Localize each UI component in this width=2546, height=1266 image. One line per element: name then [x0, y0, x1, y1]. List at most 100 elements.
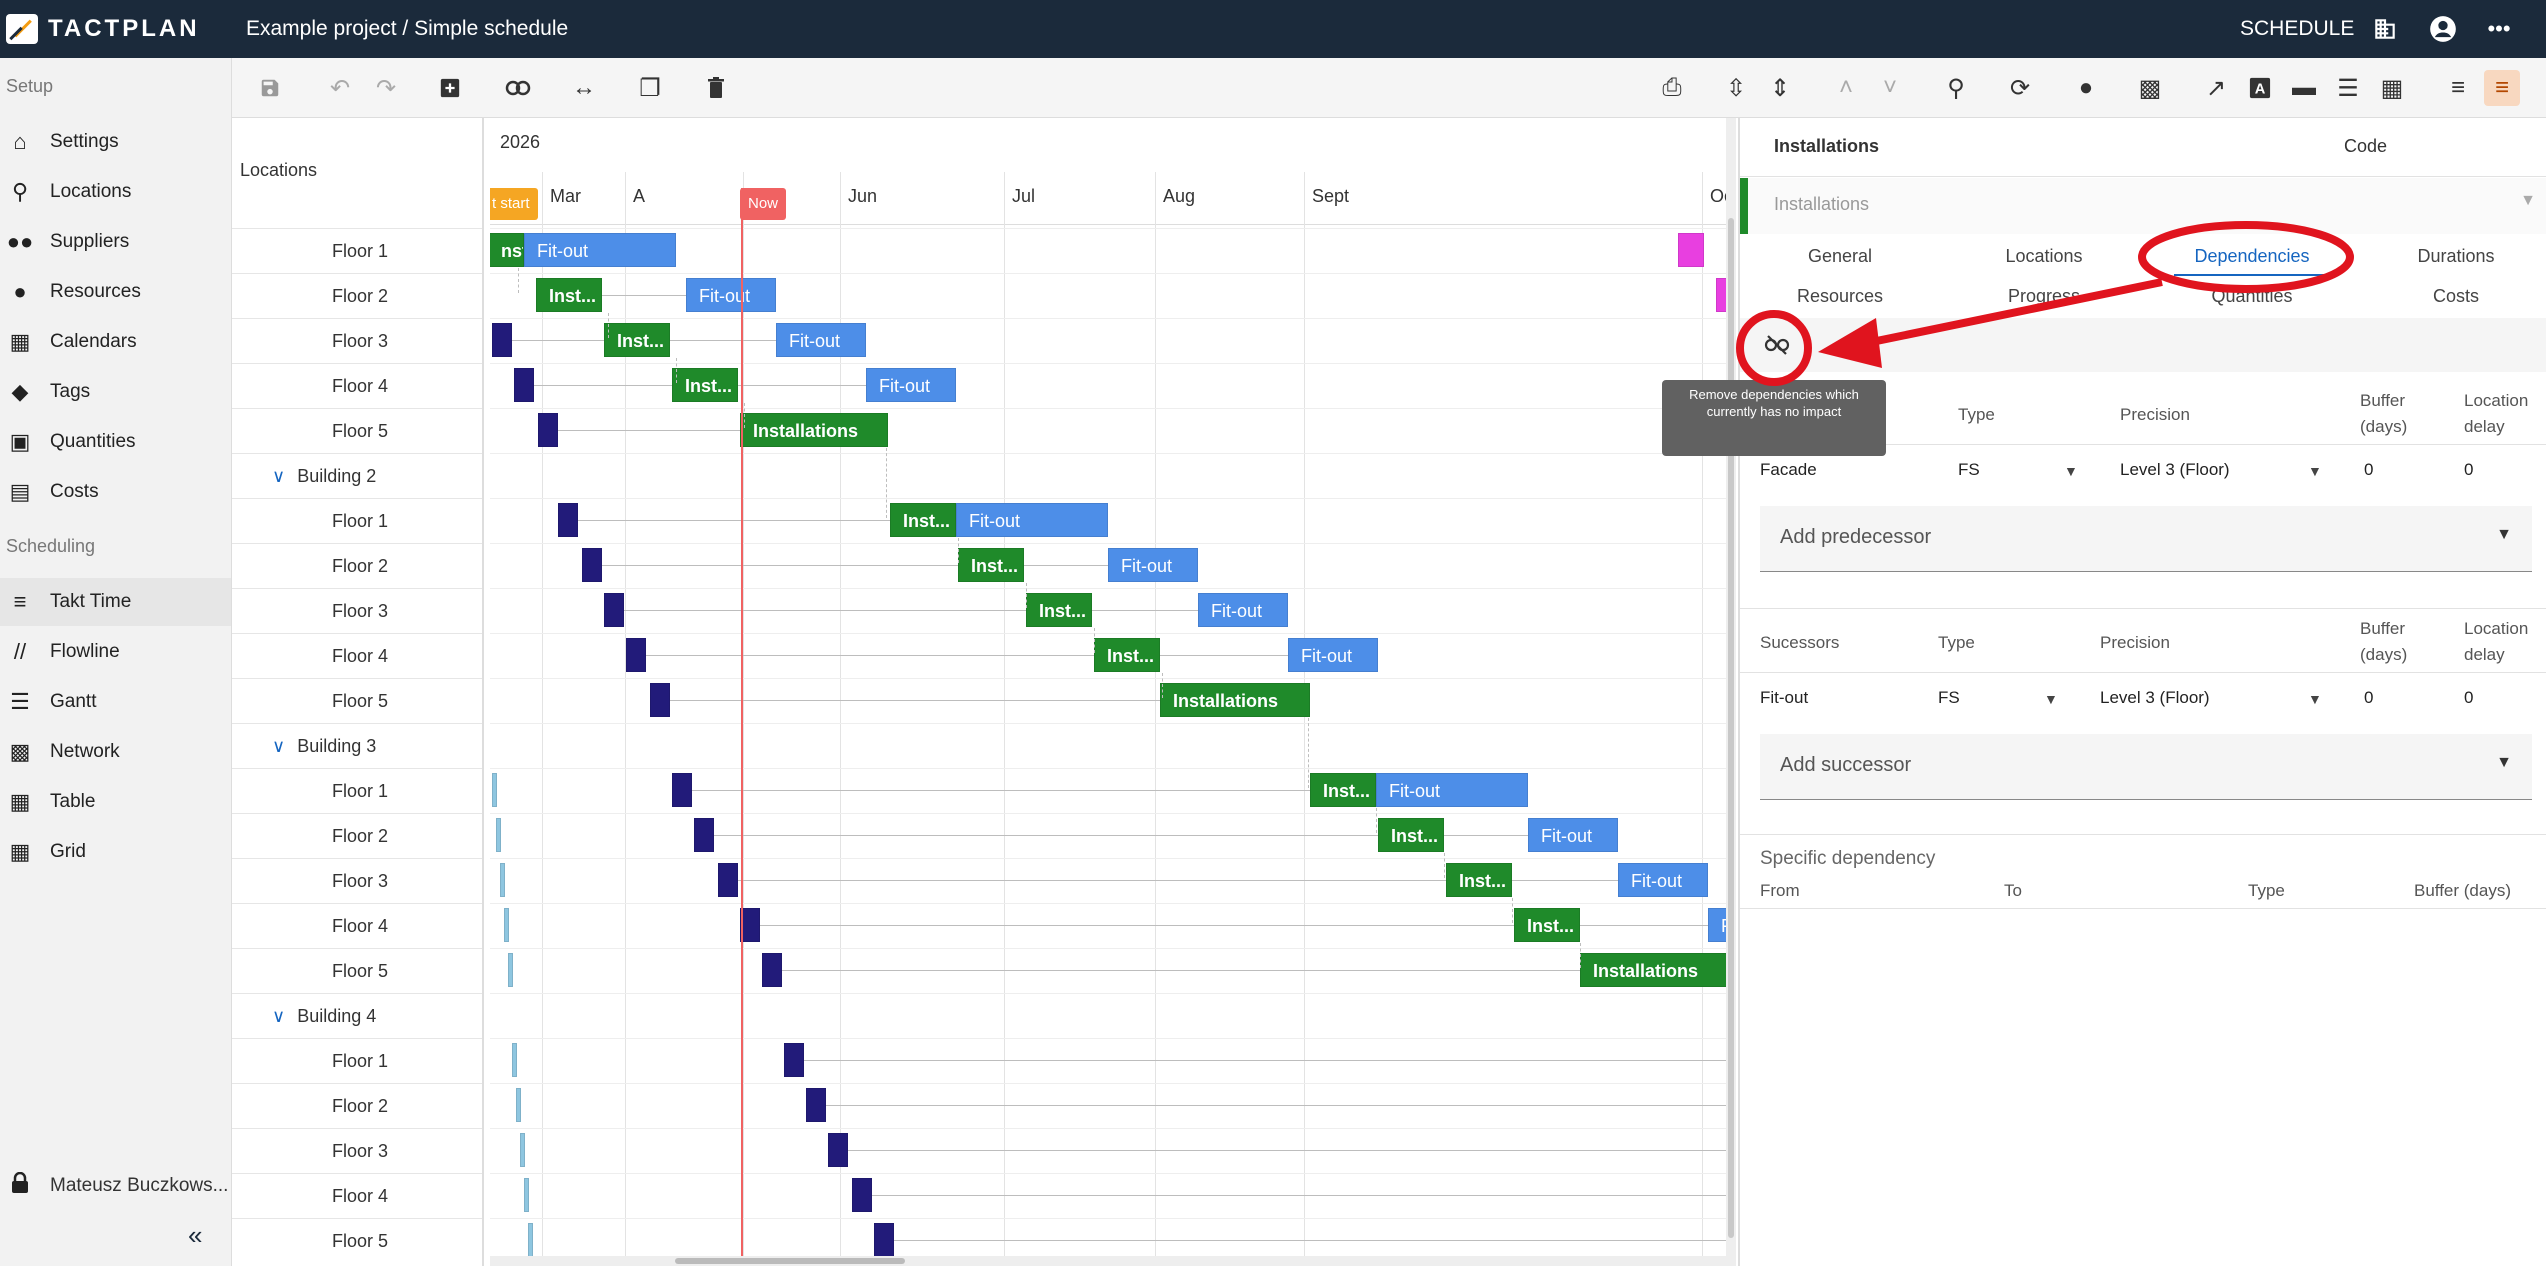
schedule-bar-light[interactable]	[504, 908, 509, 942]
schedule-bar-fit-out[interactable]: Fit-out	[1198, 593, 1288, 627]
location-row-floor[interactable]: Floor 4	[232, 363, 482, 408]
location-row-floor[interactable]: Floor 5	[232, 408, 482, 453]
sidebar-item-locations[interactable]: ⚲ Locations	[0, 168, 231, 216]
schedule-bar-facade[interactable]	[762, 953, 782, 987]
chevron-down-icon[interactable]: ▼	[2308, 691, 2322, 707]
add-successor-select[interactable]: Add successor ▼	[1760, 734, 2532, 800]
schedule-bar-facade[interactable]	[538, 413, 558, 447]
add-predecessor-select[interactable]: Add predecessor ▼	[1760, 506, 2532, 572]
sync-icon[interactable]: ⟳	[2002, 70, 2038, 106]
move-up-icon[interactable]: ˄	[1828, 70, 1864, 106]
schedule-bar-installations[interactable]: nst...	[490, 233, 524, 267]
schedule-bar-other[interactable]	[1716, 278, 1726, 312]
collapse-sidebar-icon[interactable]: «	[188, 1220, 202, 1251]
vertical-scrollbar[interactable]	[1726, 118, 1736, 1266]
expand-rows-icon[interactable]: ⇕	[1762, 70, 1798, 106]
building-icon[interactable]	[2368, 12, 2402, 46]
schedule-bar-facade[interactable]	[558, 503, 578, 537]
schedule-bar-facade[interactable]	[672, 773, 692, 807]
successor-buffer[interactable]: 0	[2364, 688, 2373, 708]
successor-delay[interactable]: 0	[2464, 688, 2473, 708]
schedule-bar-fit-out[interactable]: Fit-out	[686, 278, 776, 312]
hierarchy-icon[interactable]: ▩	[2132, 70, 2168, 106]
view-rows-icon[interactable]: ▬	[2286, 70, 2322, 106]
predecessor-name[interactable]: Facade	[1760, 460, 1817, 480]
location-row-floor[interactable]: Floor 1	[232, 1038, 482, 1083]
schedule-bar-other[interactable]	[1678, 233, 1704, 267]
sidebar-item-quantities[interactable]: ▣ Quantities	[0, 418, 231, 466]
predecessor-type[interactable]: FS	[1958, 460, 1980, 480]
schedule-bar-facade[interactable]	[694, 818, 714, 852]
schedule-bar-light[interactable]	[524, 1178, 529, 1212]
location-row-floor[interactable]: Floor 3	[232, 588, 482, 633]
sidebar-item-costs[interactable]: ▤ Costs	[0, 468, 231, 516]
zoom-icon[interactable]: ⚲	[1938, 70, 1974, 106]
calendar-view-icon[interactable]: ▦	[2374, 70, 2410, 106]
schedule-bar-light[interactable]	[516, 1088, 521, 1122]
chevron-down-icon[interactable]: ▼	[2064, 463, 2078, 479]
schedule-bar-installations[interactable]: Inst...	[958, 548, 1024, 582]
schedule-bar-installations[interactable]: Inst...	[1514, 908, 1580, 942]
schedule-bar-facade[interactable]	[718, 863, 738, 897]
successor-precision[interactable]: Level 3 (Floor)	[2100, 688, 2210, 708]
resource-icon[interactable]: ●	[2068, 70, 2104, 106]
schedule-bar-facade[interactable]	[582, 548, 602, 582]
tab-quantities[interactable]: Quantities	[2152, 286, 2352, 307]
schedule-bar-facade[interactable]	[784, 1043, 804, 1077]
sidebar-item-gantt[interactable]: ☰ Gantt	[0, 678, 231, 726]
schedule-bar-installations[interactable]: Installations	[1160, 683, 1310, 717]
schedule-bar-fit-out[interactable]: Fit-out	[1108, 548, 1198, 582]
location-row-floor[interactable]: Floor 5	[232, 948, 482, 993]
location-row-floor[interactable]: Floor 4	[232, 633, 482, 678]
collapse-rows-icon[interactable]: ⇳	[1718, 70, 1754, 106]
tab-progress[interactable]: Progress	[1944, 286, 2144, 307]
schedule-bar-facade[interactable]	[806, 1088, 826, 1122]
schedule-bar-fit-out[interactable]: Fit-out	[956, 503, 1108, 537]
successor-type[interactable]: FS	[1938, 688, 1960, 708]
sidebar-item-grid[interactable]: ▦ Grid	[0, 828, 231, 876]
schedule-bar-fit-out[interactable]: Fit-out	[776, 323, 866, 357]
location-row-floor[interactable]: Floor 3	[232, 318, 482, 363]
schedule-bar-facade[interactable]	[626, 638, 646, 672]
tab-durations[interactable]: Durations	[2356, 246, 2546, 267]
location-row-building[interactable]: ∨ Building 3	[232, 723, 482, 768]
app-logo[interactable]: TACTPLAN	[6, 14, 200, 44]
task-select[interactable]: Installations ▼	[1740, 178, 2546, 234]
predecessor-delay[interactable]: 0	[2464, 460, 2473, 480]
trend-icon[interactable]: ↗	[2198, 70, 2234, 106]
schedule-bar-light[interactable]	[512, 1043, 517, 1077]
schedule-bar-installations[interactable]: Inst...	[890, 503, 956, 537]
schedule-bar-light[interactable]	[508, 953, 513, 987]
location-row-floor[interactable]: Floor 4	[232, 903, 482, 948]
text-format-icon[interactable]: A	[2242, 70, 2278, 106]
location-row-floor[interactable]: Floor 2	[232, 543, 482, 588]
schedule-bar-facade[interactable]	[514, 368, 534, 402]
chevron-down-icon[interactable]: ∨	[272, 736, 285, 757]
add-task-icon[interactable]	[432, 70, 468, 106]
schedule-bar-installations[interactable]: Inst...	[1094, 638, 1160, 672]
location-row-floor[interactable]: Floor 2	[232, 273, 482, 318]
tab-dependencies[interactable]: Dependencies	[2152, 246, 2352, 267]
schedule-bar-installations[interactable]: Inst...	[1026, 593, 1092, 627]
sidebar-item-calendars[interactable]: ▦ Calendars	[0, 318, 231, 366]
sidebar-item-table[interactable]: ▦ Table	[0, 778, 231, 826]
schedule-bar-fit-out[interactable]: Fit-out	[1708, 908, 1726, 942]
filter-icon[interactable]: ≡	[2440, 70, 2476, 106]
location-row-floor[interactable]: Floor 1	[232, 498, 482, 543]
account-circle-icon[interactable]	[2426, 12, 2460, 46]
predecessor-buffer[interactable]: 0	[2364, 460, 2373, 480]
schedule-bar-light[interactable]	[496, 818, 501, 852]
schedule-bar-light[interactable]	[492, 773, 497, 807]
tab-costs[interactable]: Costs	[2356, 286, 2546, 307]
location-row-floor[interactable]: Floor 1	[232, 768, 482, 813]
schedule-bar-fit-out[interactable]: Fit-out	[1288, 638, 1378, 672]
copy-icon[interactable]: ❐	[632, 70, 668, 106]
schedule-bar-installations[interactable]: Inst...	[604, 323, 670, 357]
location-row-floor[interactable]: Floor 3	[232, 1128, 482, 1173]
location-row-floor[interactable]: Floor 5	[232, 678, 482, 723]
sidebar-item-tags[interactable]: ◆ Tags	[0, 368, 231, 416]
list-view-icon[interactable]: ☰	[2330, 70, 2366, 106]
vertical-scrollbar-thumb[interactable]	[1728, 218, 1734, 1238]
location-row-building[interactable]: ∨ Building 4	[232, 993, 482, 1038]
save-icon[interactable]	[252, 70, 288, 106]
